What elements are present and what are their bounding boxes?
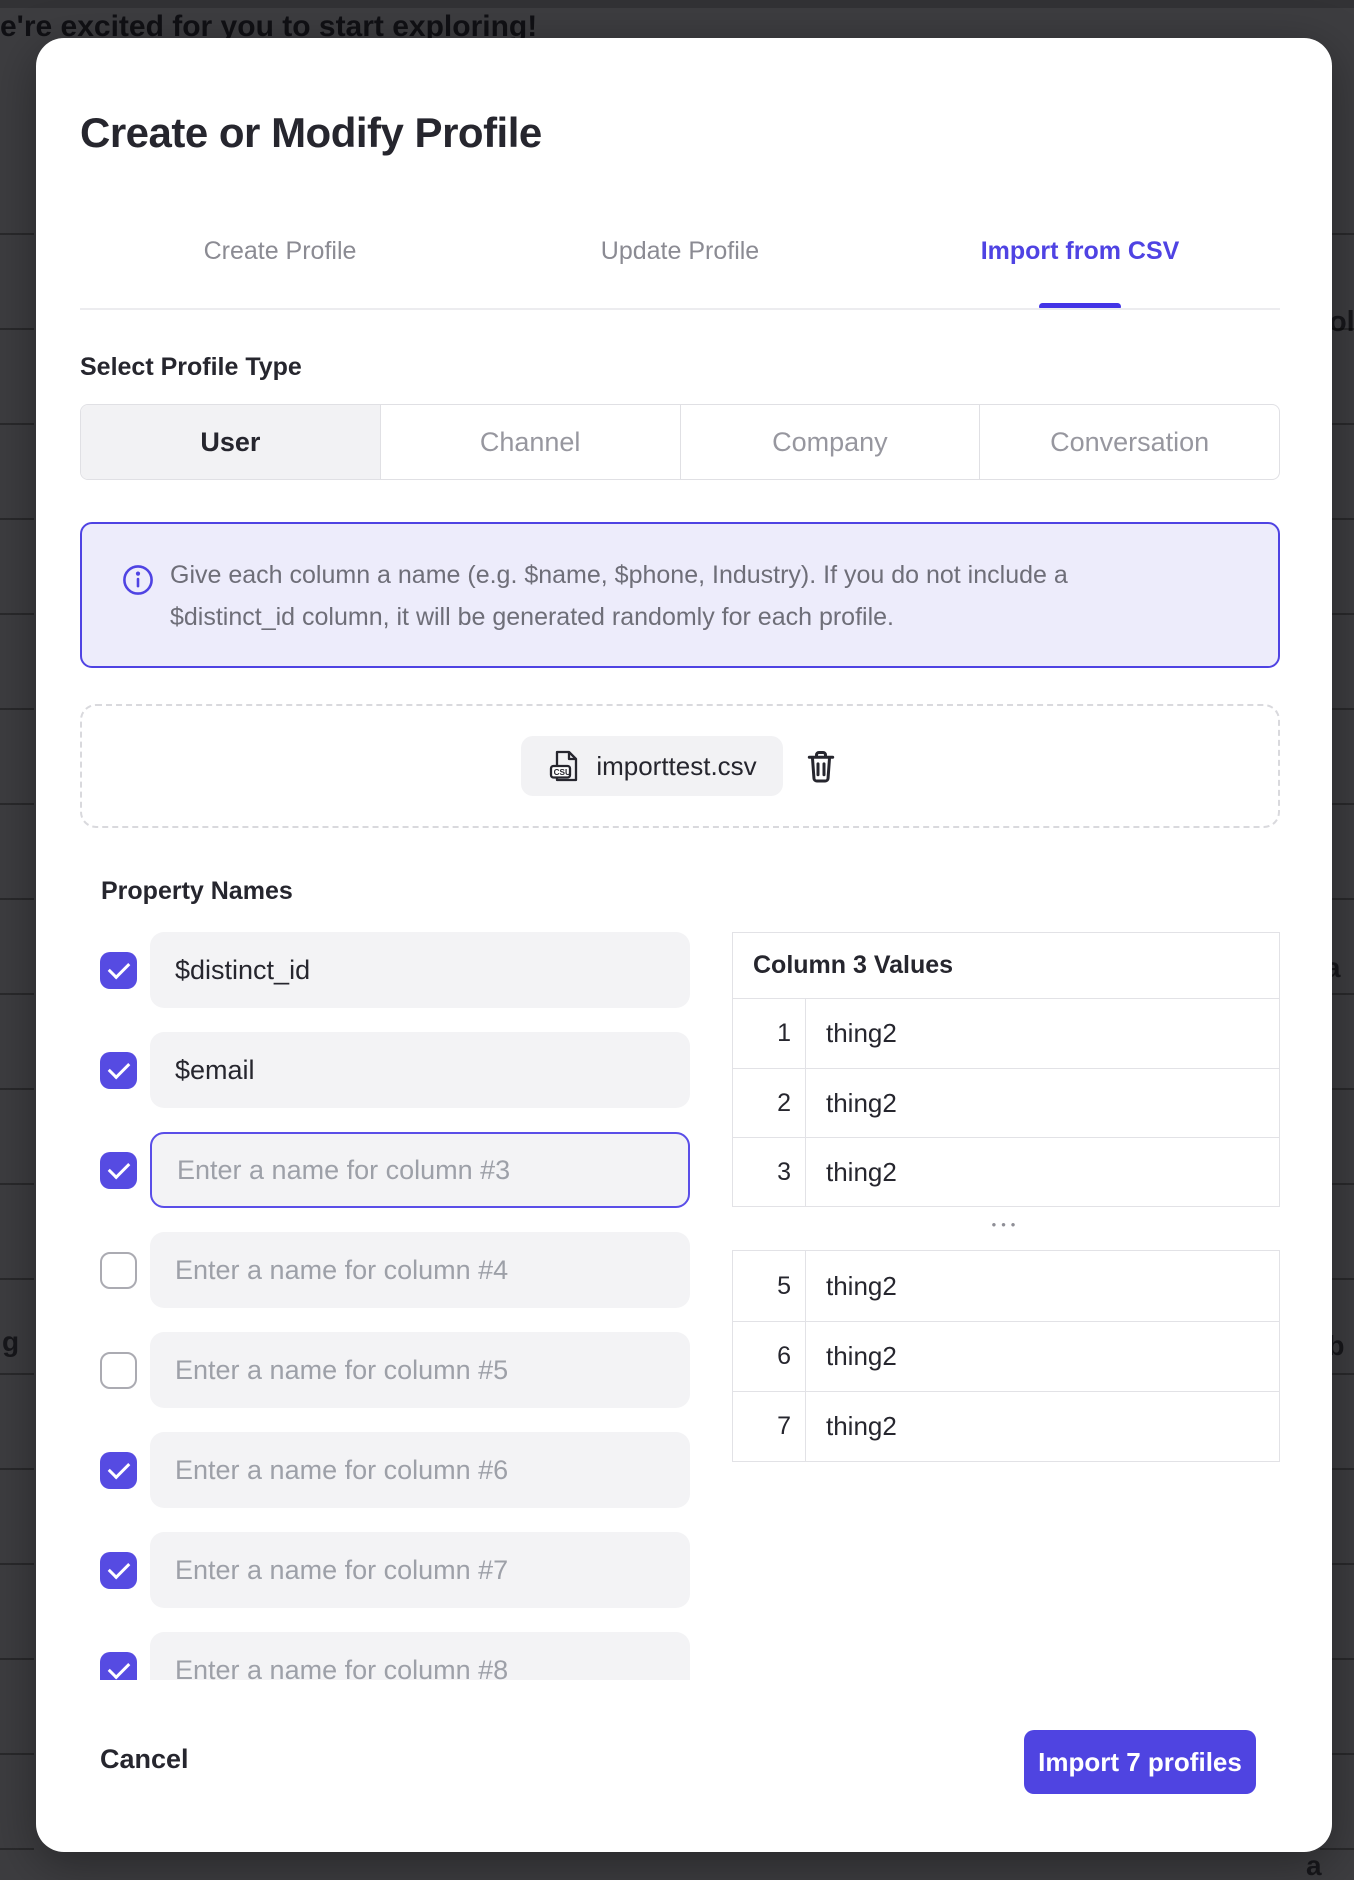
row-value: thing2 <box>806 1251 897 1321</box>
row-index: 5 <box>733 1251 806 1321</box>
row-value: thing2 <box>806 1069 897 1137</box>
property-name-input-6[interactable] <box>150 1432 690 1508</box>
property-row-5 <box>100 1332 700 1408</box>
profile-type-option-channel[interactable]: Channel <box>381 405 681 479</box>
property-row-2 <box>100 1032 700 1108</box>
info-banner: Give each column a name (e.g. $name, $ph… <box>80 522 1280 668</box>
property-name-input-1[interactable] <box>150 932 690 1008</box>
svg-text:CSU: CSU <box>554 768 571 777</box>
preview-table-block: Column 3 Values1thing22thing23thing2 <box>732 932 1280 1207</box>
cancel-button[interactable]: Cancel <box>100 1744 189 1775</box>
row-value: thing2 <box>806 1322 897 1391</box>
table-row: 2thing2 <box>733 1068 1279 1137</box>
table-row: 7thing2 <box>733 1391 1279 1461</box>
file-dropzone[interactable]: CSU importtest.csv <box>80 704 1280 828</box>
table-row: 1thing2 <box>733 999 1279 1068</box>
property-row-8 <box>100 1632 700 1680</box>
info-icon <box>122 564 154 596</box>
property-names-label: Property Names <box>101 877 293 906</box>
column-checkbox-1[interactable] <box>100 952 137 989</box>
row-index: 7 <box>733 1392 806 1461</box>
delete-file-icon[interactable] <box>803 748 839 784</box>
table-ellipsis: ••• <box>732 1207 1280 1250</box>
property-row-6 <box>100 1432 700 1508</box>
row-value: thing2 <box>806 1138 897 1206</box>
property-list <box>100 932 700 1680</box>
uploaded-file-chip: CSU importtest.csv <box>521 736 782 796</box>
column-checkbox-3[interactable] <box>100 1152 137 1189</box>
row-value: thing2 <box>806 999 897 1068</box>
tab-divider <box>80 308 1280 310</box>
row-index: 6 <box>733 1322 806 1391</box>
table-row: 3thing2 <box>733 1137 1279 1206</box>
property-name-input-7[interactable] <box>150 1532 690 1608</box>
create-or-modify-profile-dialog: Create or Modify Profile Create ProfileU… <box>36 38 1332 1852</box>
property-row-3 <box>100 1132 700 1208</box>
property-row-7 <box>100 1532 700 1608</box>
background-top-edge <box>0 0 1354 8</box>
tab-bar: Create ProfileUpdate ProfileImport from … <box>80 226 1280 310</box>
profile-type-option-user[interactable]: User <box>81 405 381 479</box>
row-index: 3 <box>733 1138 806 1206</box>
property-name-input-3[interactable] <box>150 1132 690 1208</box>
preview-table-header: Column 3 Values <box>733 933 1279 999</box>
csv-file-icon: CSU <box>547 748 583 784</box>
tab-import-from-csv[interactable]: Import from CSV <box>880 226 1280 310</box>
row-value: thing2 <box>806 1392 897 1461</box>
profile-type-option-company[interactable]: Company <box>681 405 981 479</box>
import-button[interactable]: Import 7 profiles <box>1024 1730 1256 1794</box>
property-row-4 <box>100 1232 700 1308</box>
row-index: 1 <box>733 999 806 1068</box>
property-name-input-4[interactable] <box>150 1232 690 1308</box>
column-checkbox-8[interactable] <box>100 1652 137 1681</box>
tab-create-profile[interactable]: Create Profile <box>80 226 480 310</box>
profile-type-option-conversation[interactable]: Conversation <box>980 405 1279 479</box>
table-row: 5thing2 <box>733 1251 1279 1321</box>
info-text: Give each column a name (e.g. $name, $ph… <box>170 554 1180 638</box>
column-checkbox-2[interactable] <box>100 1052 137 1089</box>
background-table-lines <box>0 140 34 1880</box>
property-name-input-2[interactable] <box>150 1032 690 1108</box>
tab-update-profile[interactable]: Update Profile <box>480 226 880 310</box>
column-checkbox-5[interactable] <box>100 1352 137 1389</box>
table-row: 6thing2 <box>733 1321 1279 1391</box>
file-name: importtest.csv <box>596 751 756 782</box>
property-row-1 <box>100 932 700 1008</box>
column-preview-table: Column 3 Values1thing22thing23thing2•••5… <box>732 932 1280 1462</box>
row-index: 2 <box>733 1069 806 1137</box>
property-name-input-8[interactable] <box>150 1632 690 1680</box>
profile-type-label: Select Profile Type <box>80 353 302 382</box>
property-name-input-5[interactable] <box>150 1332 690 1408</box>
column-checkbox-4[interactable] <box>100 1252 137 1289</box>
dialog-title: Create or Modify Profile <box>80 108 542 158</box>
column-checkbox-7[interactable] <box>100 1552 137 1589</box>
profile-type-selector: UserChannelCompanyConversation <box>80 404 1280 480</box>
preview-table-block: 5thing26thing27thing2 <box>732 1250 1280 1462</box>
column-checkbox-6[interactable] <box>100 1452 137 1489</box>
